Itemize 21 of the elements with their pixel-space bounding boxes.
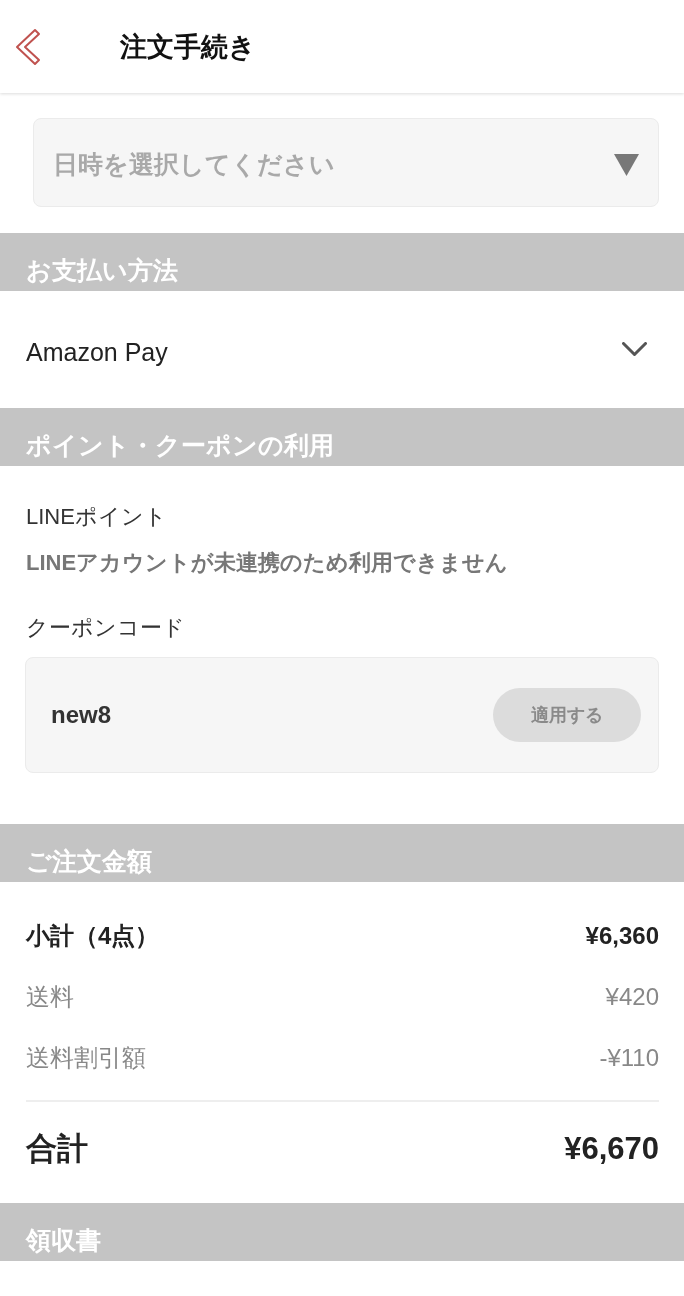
section-header: 領収書 <box>0 1203 684 1261</box>
chevron-down-icon <box>622 342 647 357</box>
summary-label: 送料 <box>26 982 74 1012</box>
coupon-code-label: クーポンコード <box>26 614 186 642</box>
summary-amount: ¥6,670 <box>564 1130 659 1168</box>
summary-label: 合計 <box>26 1130 88 1168</box>
summary-label: 小計（4点） <box>26 921 160 951</box>
summary-amount: ¥6,360 <box>585 921 659 951</box>
section-header: お支払い方法 <box>0 233 684 291</box>
chevron-left-icon <box>14 27 42 66</box>
page-title: 注文手続き <box>120 30 256 64</box>
line-points-notice: LINEアカウントが未連携のため利用できません <box>26 549 510 577</box>
summary-amount: ¥420 <box>605 982 659 1012</box>
dropdown-triangle-icon <box>614 153 639 176</box>
summary-amount: -¥110 <box>599 1043 659 1073</box>
section-header: ご注文金額 <box>0 824 684 882</box>
payment-method-select[interactable]: Amazon Pay <box>0 291 684 408</box>
section-header: ポイント・クーポンの利用 <box>0 408 684 466</box>
line-points-label: LINEポイント <box>26 503 168 531</box>
summary-label: 送料割引額 <box>26 1043 146 1073</box>
back-button[interactable] <box>14 27 42 66</box>
